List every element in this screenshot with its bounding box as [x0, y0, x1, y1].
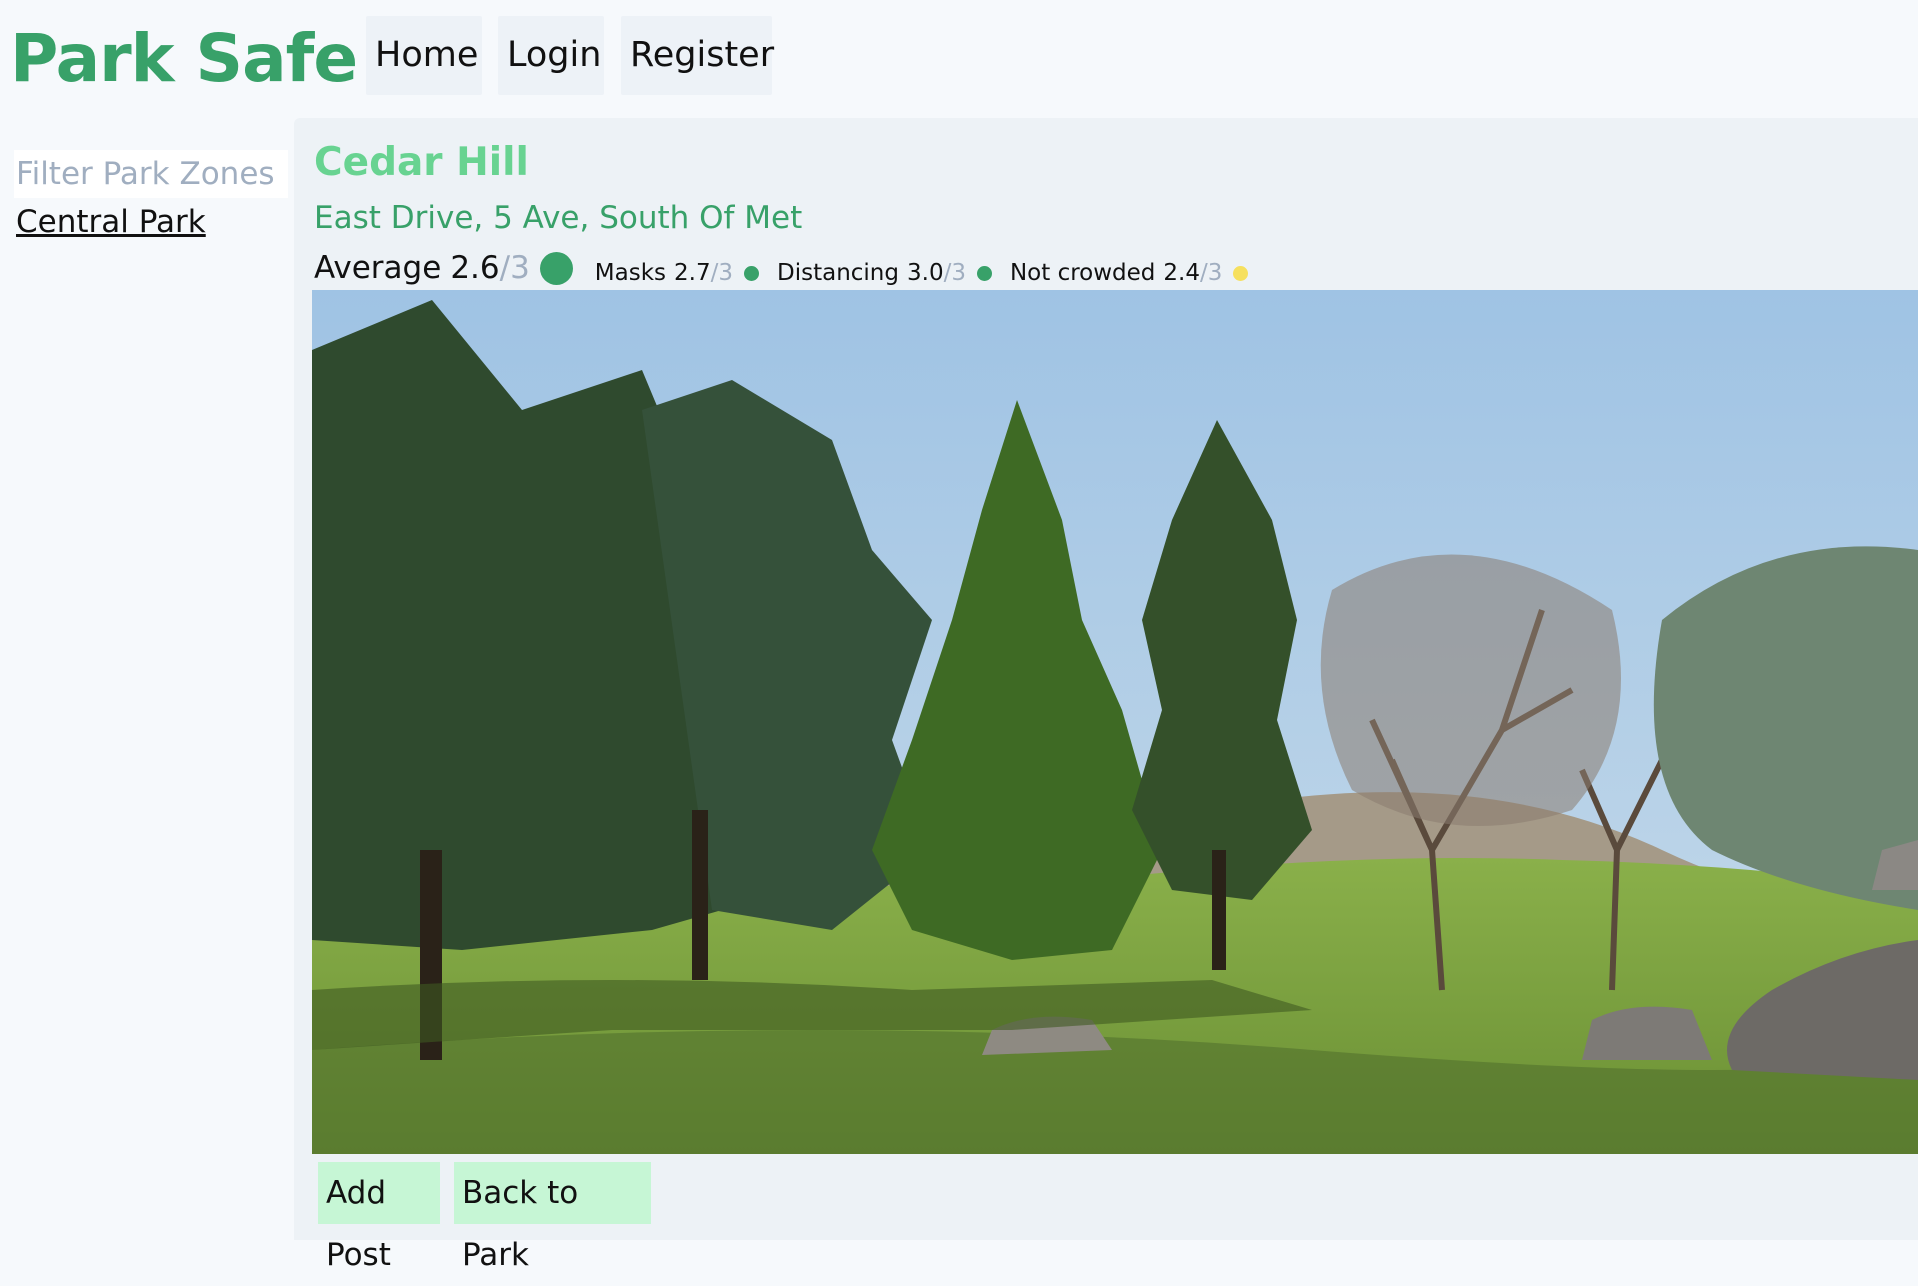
- metric-out-of: /3: [943, 260, 966, 286]
- metric-out-of: /3: [710, 260, 733, 286]
- metric-value: 2.4: [1163, 260, 1200, 286]
- zone-title: Cedar Hill: [314, 140, 529, 185]
- metric-label: Distancing: [777, 260, 899, 286]
- top-navbar: Park Safe Home Login Register: [0, 0, 1918, 110]
- metric-distancing: Distancing 3.0 /3: [777, 260, 992, 286]
- back-to-park-button[interactable]: Back to Park: [454, 1162, 651, 1273]
- nav-home-button[interactable]: Home: [366, 16, 482, 95]
- park-photo-icon: [312, 290, 1918, 1154]
- metric-masks: Masks 2.7 /3: [595, 260, 759, 286]
- brand-logo[interactable]: Park Safe: [10, 14, 358, 104]
- metric-out-of: /3: [1199, 260, 1223, 286]
- average-status-dot-icon: [539, 251, 573, 285]
- average-label: Average: [314, 250, 442, 286]
- nav-register-button[interactable]: Register: [621, 16, 774, 95]
- metric-label: Masks: [594, 260, 667, 286]
- average-out-of: /3: [499, 250, 530, 286]
- metric-value: 2.7: [674, 260, 711, 286]
- sidebar-item-central-park[interactable]: Central Park: [16, 202, 206, 242]
- masks-status-dot-icon: [744, 265, 759, 281]
- metric-value: 3.0: [907, 260, 944, 286]
- ratings-row: Average 2.6 /3 Masks 2.7 /3 Distancing 3…: [314, 246, 1266, 290]
- not-crowded-status-dot-icon: [1233, 265, 1249, 281]
- filter-park-zones-input[interactable]: [14, 150, 288, 198]
- average-value: 2.6: [450, 250, 500, 286]
- metric-label: Not crowded: [1009, 260, 1156, 286]
- zone-address: East Drive, 5 Ave, South Of Met: [314, 200, 803, 236]
- zone-detail-panel: Cedar Hill East Drive, 5 Ave, South Of M…: [294, 118, 1918, 1273]
- zone-photo: [312, 290, 1918, 1154]
- metric-not-crowded: Not crowded 2.4 /3: [1009, 260, 1249, 286]
- add-post-button[interactable]: Add Post: [318, 1162, 440, 1273]
- sidebar: Central Park: [0, 118, 294, 1240]
- nav-login-button[interactable]: Login: [498, 16, 604, 95]
- distancing-status-dot-icon: [976, 265, 992, 281]
